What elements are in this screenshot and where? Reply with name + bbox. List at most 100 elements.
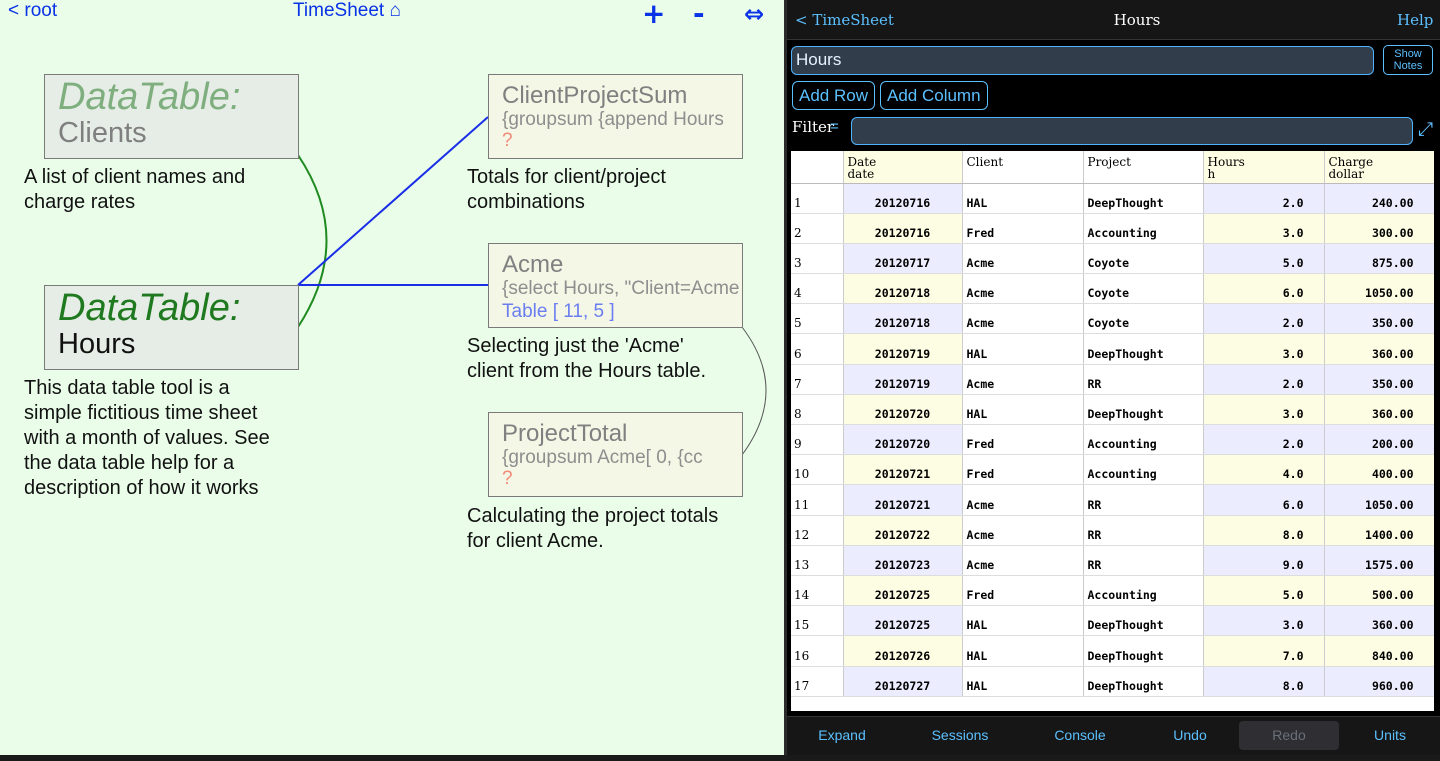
table-cell[interactable]: 1050.00 [1324, 273, 1434, 305]
row-number-cell[interactable]: 10 [791, 454, 844, 486]
row-number-cell[interactable]: 8 [791, 394, 844, 426]
row-number-cell[interactable]: 4 [791, 273, 844, 305]
table-cell[interactable]: 2.0 [1203, 183, 1325, 214]
row-number-cell[interactable]: 17 [791, 666, 844, 697]
column-header[interactable]: Date date [843, 151, 963, 184]
table-row[interactable]: 17 20120727 HAL DeepThought 8.0 960.00 [791, 666, 1434, 697]
table-cell[interactable]: 360.00 [1324, 333, 1434, 365]
table-cell[interactable]: DeepThought [1083, 333, 1204, 365]
table-cell[interactable]: 350.00 [1324, 364, 1434, 395]
table-row[interactable]: 1 20120716 HAL DeepThought 2.0 240.00 [791, 183, 1434, 214]
table-cell[interactable]: 8.0 [1203, 666, 1325, 697]
table-cell[interactable]: DeepThought [1083, 394, 1204, 426]
table-cell[interactable]: RR [1083, 484, 1204, 516]
table-cell[interactable]: 20120717 [843, 243, 963, 275]
table-cell[interactable]: 350.00 [1324, 303, 1434, 335]
table-cell[interactable]: 8.0 [1203, 515, 1325, 546]
table-cell[interactable]: DeepThought [1083, 666, 1204, 697]
table-cell[interactable]: HAL [962, 394, 1084, 426]
table-cell[interactable]: Fred [962, 575, 1084, 607]
table-cell[interactable]: Fred [962, 454, 1084, 486]
table-cell[interactable]: 875.00 [1324, 243, 1434, 275]
row-number-cell[interactable]: 7 [791, 364, 844, 395]
table-cell[interactable]: 9.0 [1203, 545, 1325, 576]
function-node-acme[interactable]: Acme {select Hours, "Client=Acme Table [… [488, 243, 743, 328]
table-cell[interactable]: 3.0 [1203, 333, 1325, 365]
table-cell[interactable]: 2.0 [1203, 303, 1325, 335]
table-row[interactable]: 14 20120725 Fred Accounting 5.0 500.00 [791, 575, 1434, 607]
expand-editor-icon[interactable]: ⤢ [1418, 118, 1433, 140]
table-cell[interactable]: 1050.00 [1324, 484, 1434, 516]
table-cell[interactable]: 400.00 [1324, 454, 1434, 486]
table-row[interactable]: 4 20120718 Acme Coyote 6.0 1050.00 [791, 273, 1434, 305]
table-cell[interactable]: 3.0 [1203, 605, 1325, 637]
table-cell[interactable]: 20120720 [843, 394, 963, 426]
table-cell[interactable]: Acme [962, 303, 1084, 335]
table-cell[interactable]: 3.0 [1203, 213, 1325, 244]
table-cell[interactable]: 500.00 [1324, 575, 1434, 607]
table-cell[interactable]: Acme [962, 545, 1084, 576]
row-number-cell[interactable]: 2 [791, 213, 844, 244]
undo-button[interactable]: Undo [1135, 721, 1245, 750]
row-number-cell[interactable]: 5 [791, 303, 844, 335]
table-cell[interactable]: 1575.00 [1324, 545, 1434, 576]
add-row-button[interactable]: Add Row [792, 81, 875, 110]
table-cell[interactable]: 20120723 [843, 545, 963, 576]
table-cell[interactable]: 300.00 [1324, 213, 1434, 244]
table-cell[interactable]: Coyote [1083, 243, 1204, 275]
table-cell[interactable]: 2.0 [1203, 364, 1325, 395]
table-row[interactable]: 8 20120720 HAL DeepThought 3.0 360.00 [791, 394, 1434, 426]
table-cell[interactable]: HAL [962, 183, 1084, 214]
table-row[interactable]: 16 20120726 HAL DeepThought 7.0 840.00 [791, 635, 1434, 667]
table-cell[interactable]: Acme [962, 484, 1084, 516]
table-cell[interactable]: 20120719 [843, 333, 963, 365]
units-button[interactable]: Units [1335, 721, 1440, 750]
table-row[interactable]: 3 20120717 Acme Coyote 5.0 875.00 [791, 243, 1434, 275]
table-cell[interactable]: 2.0 [1203, 424, 1325, 456]
table-cell[interactable]: 20120719 [843, 364, 963, 395]
datatable-node-clients[interactable]: DataTable: Clients [44, 74, 299, 159]
table-cell[interactable]: HAL [962, 666, 1084, 697]
row-number-cell[interactable]: 9 [791, 424, 844, 456]
table-cell[interactable]: Accounting [1083, 575, 1204, 607]
table-cell[interactable]: Accounting [1083, 424, 1204, 456]
table-cell[interactable]: 20120716 [843, 183, 963, 214]
table-cell[interactable]: 5.0 [1203, 243, 1325, 275]
table-row[interactable]: 15 20120725 HAL DeepThought 3.0 360.00 [791, 605, 1434, 637]
table-cell[interactable]: Accounting [1083, 454, 1204, 486]
table-cell[interactable]: 5.0 [1203, 575, 1325, 607]
table-cell[interactable]: RR [1083, 545, 1204, 576]
table-cell[interactable]: 240.00 [1324, 183, 1434, 214]
row-number-cell[interactable]: 3 [791, 243, 844, 275]
function-node-projecttotal[interactable]: ProjectTotal {groupsum Acme[ 0, {cc ? [488, 412, 743, 497]
table-cell[interactable]: 4.0 [1203, 454, 1325, 486]
table-name-input[interactable]: Hours [791, 46, 1374, 75]
table-cell[interactable]: Acme [962, 515, 1084, 546]
table-cell[interactable]: RR [1083, 515, 1204, 546]
table-row[interactable]: 13 20120723 Acme RR 9.0 1575.00 [791, 545, 1434, 576]
add-column-button[interactable]: Add Column [880, 81, 988, 110]
show-notes-button[interactable]: Show Notes [1383, 45, 1433, 75]
row-number-cell[interactable]: 16 [791, 635, 844, 667]
table-cell[interactable]: 200.00 [1324, 424, 1434, 456]
table-cell[interactable]: 840.00 [1324, 635, 1434, 667]
row-number-cell[interactable]: 6 [791, 333, 844, 365]
table-cell[interactable]: HAL [962, 605, 1084, 637]
table-row[interactable]: 7 20120719 Acme RR 2.0 350.00 [791, 364, 1434, 395]
table-cell[interactable]: 3.0 [1203, 394, 1325, 426]
filter-input[interactable] [851, 117, 1413, 145]
table-cell[interactable]: 20120718 [843, 303, 963, 335]
row-number-cell[interactable]: 14 [791, 575, 844, 607]
table-cell[interactable]: 7.0 [1203, 635, 1325, 667]
table-cell[interactable]: 20120718 [843, 273, 963, 305]
datatable-node-hours[interactable]: DataTable: Hours [44, 285, 299, 370]
table-cell[interactable]: 20120726 [843, 635, 963, 667]
row-number-cell[interactable]: 11 [791, 484, 844, 516]
table-row[interactable]: 9 20120720 Fred Accounting 2.0 200.00 [791, 424, 1434, 456]
table-cell[interactable]: 360.00 [1324, 605, 1434, 637]
table-cell[interactable]: Acme [962, 273, 1084, 305]
table-cell[interactable]: Accounting [1083, 213, 1204, 244]
function-node-clientprojectsum[interactable]: ClientProjectSum {groupsum {append Hours… [488, 74, 743, 159]
row-number-cell[interactable]: 15 [791, 605, 844, 637]
column-header[interactable]: Project [1083, 151, 1204, 184]
